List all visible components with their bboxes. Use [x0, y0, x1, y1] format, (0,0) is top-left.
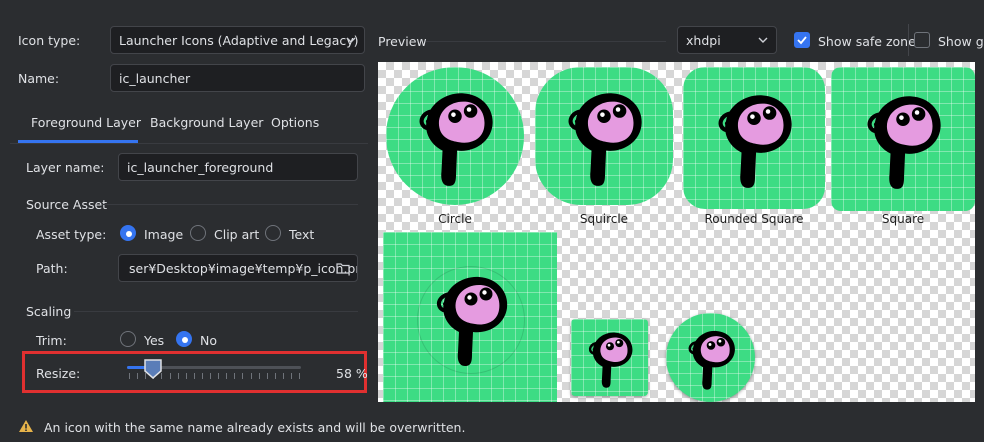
slider-tick — [299, 373, 301, 379]
caption-squircle: Squircle — [579, 212, 629, 226]
density-dropdown[interactable]: xhdpi — [677, 26, 777, 54]
path-label: Path: — [36, 261, 68, 276]
caption-circle: Circle — [438, 212, 472, 226]
density-value: xhdpi — [686, 32, 721, 48]
asset-type-text-radio[interactable] — [265, 225, 281, 241]
trim-yes-radio[interactable] — [120, 331, 136, 347]
slider-tick — [291, 373, 292, 379]
asset-type-text-label: Text — [289, 227, 315, 242]
preview-circle — [386, 67, 524, 205]
asset-type-clipart-radio[interactable] — [190, 225, 206, 241]
slider-tick — [234, 373, 236, 379]
preview-squircle — [535, 67, 673, 205]
source-asset-heading: Source Asset — [26, 197, 108, 212]
slider-tick — [226, 373, 228, 379]
resize-label: Resize: — [36, 366, 81, 381]
header-separator — [908, 24, 909, 56]
name-field[interactable]: ic_launcher — [110, 64, 365, 92]
name-value: ic_launcher — [119, 70, 191, 86]
preview-legacy-round — [666, 313, 755, 402]
asset-type-image-radio[interactable] — [120, 225, 136, 241]
tab-background-layer[interactable]: Background Layer — [150, 115, 263, 130]
preview-legacy-square — [571, 319, 648, 396]
preview-canvas: Circle Squircle Rounded Square Square — [378, 62, 975, 402]
show-safe-zone-checkbox[interactable] — [794, 32, 810, 48]
warning-icon — [19, 420, 33, 432]
preview-rounded-square — [683, 67, 825, 209]
slider-tick — [185, 373, 187, 379]
trim-yes-label: Yes — [144, 333, 165, 348]
show-safe-zone-label: Show safe zone — [818, 34, 916, 49]
asset-type-clipart-label: Clip art — [214, 227, 260, 242]
logo-icon — [403, 84, 507, 188]
caption-square: Square — [881, 212, 925, 226]
name-label: Name: — [18, 71, 60, 86]
show-grid-label: Show grid — [938, 34, 984, 49]
logo-icon — [851, 87, 955, 191]
chevron-down-icon — [758, 37, 768, 43]
warning-text: An icon with the same name already exist… — [44, 420, 466, 435]
icon-type-label: Icon type: — [18, 33, 81, 48]
trim-label: Trim: — [36, 333, 67, 348]
slider-tick — [193, 373, 195, 379]
layer-name-field[interactable]: ic_launcher_foreground — [118, 153, 358, 181]
path-field[interactable]: ser¥Desktop¥image¥temp¥p_icon.png — [118, 254, 358, 282]
resize-value: 58 % — [336, 366, 368, 381]
preview-square — [831, 67, 975, 211]
trim-no-radio[interactable] — [176, 331, 192, 347]
folder-icon[interactable] — [336, 262, 350, 274]
asset-type-label: Asset type: — [36, 227, 107, 242]
slider-tick — [169, 373, 171, 379]
caption-rounded-square: Rounded Square — [704, 212, 804, 226]
scaling-heading: Scaling — [26, 304, 72, 319]
slider-tick — [201, 373, 203, 379]
tab-foreground-layer[interactable]: Foreground Layer — [31, 115, 141, 130]
trim-no-label: No — [200, 333, 217, 348]
tab-options[interactable]: Options — [271, 115, 319, 130]
path-value: ser¥Desktop¥image¥temp¥p_icon.png — [129, 260, 358, 276]
slider-tick — [218, 373, 220, 379]
slider-tick — [137, 373, 139, 379]
icon-type-dropdown[interactable]: Launcher Icons (Adaptive and Legacy) — [110, 26, 365, 54]
slider-tick — [274, 373, 276, 379]
asset-type-image-label: Image — [144, 227, 184, 242]
slider-tick — [210, 373, 211, 379]
logo-icon — [552, 84, 656, 188]
checkmark-icon — [797, 36, 807, 45]
logo-icon — [678, 323, 744, 393]
chevron-down-icon — [346, 37, 356, 43]
tab-divider — [10, 143, 368, 144]
slider-tick — [258, 373, 260, 379]
slider-tick — [250, 373, 252, 379]
preview-divider — [426, 41, 666, 42]
show-grid-checkbox[interactable] — [914, 32, 930, 48]
slider-tick — [242, 373, 244, 379]
source-asset-divider — [102, 204, 358, 205]
slider-tick — [266, 373, 268, 379]
slider-tick — [177, 373, 179, 379]
preview-full-bleed — [383, 232, 557, 402]
layer-name-value: ic_launcher_foreground — [127, 159, 274, 175]
preview-label: Preview — [378, 34, 427, 49]
slider-tick — [129, 373, 130, 379]
layer-name-label: Layer name: — [26, 160, 105, 175]
logo-icon — [702, 86, 806, 190]
logo-icon — [579, 325, 641, 391]
scaling-divider — [74, 311, 358, 312]
icon-type-value: Launcher Icons (Adaptive and Legacy) — [119, 32, 359, 48]
logo-icon — [436, 274, 510, 368]
slider-tick — [282, 373, 284, 379]
resize-slider-thumb[interactable] — [143, 358, 163, 380]
